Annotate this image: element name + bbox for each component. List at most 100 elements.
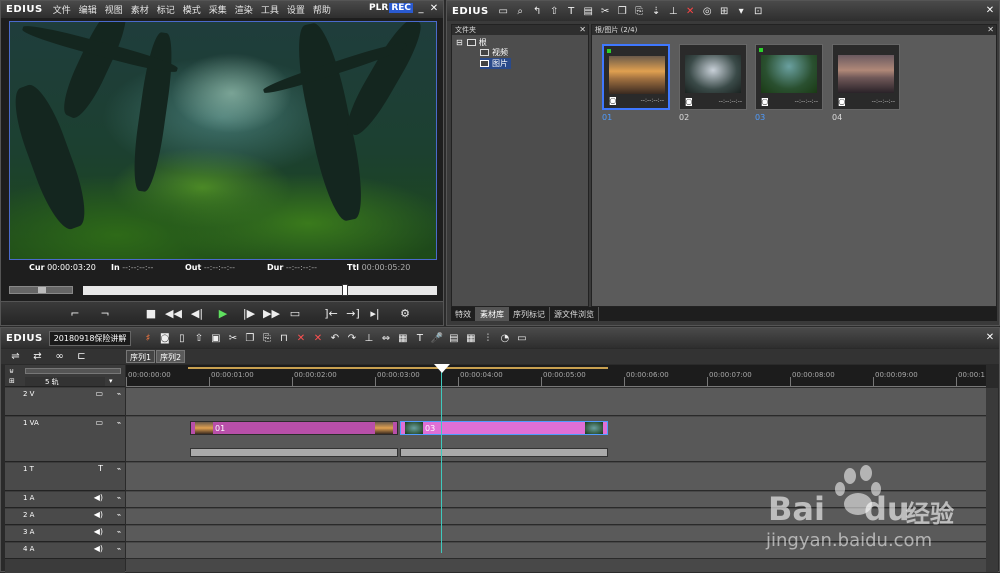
shuttle-handle[interactable] (38, 287, 46, 293)
track-header-1-a[interactable]: 1 A ◀) ⌁ (5, 492, 125, 508)
close-icon[interactable]: ✕ (428, 3, 440, 14)
title-icon[interactable]: T (411, 333, 428, 344)
sync-lock-icon[interactable]: ⌁ (117, 390, 121, 398)
playhead-handle[interactable] (434, 364, 450, 373)
sync-lock-icon[interactable]: ⌁ (117, 465, 121, 473)
zoom-slider[interactable] (25, 368, 121, 374)
speaker-icon[interactable]: ◀) (94, 510, 103, 519)
menu-mode[interactable]: 模式 (179, 3, 205, 16)
clip-thumbnail-04[interactable]: ◙ --:--:--:-- (832, 44, 900, 110)
menu-tools[interactable]: 工具 (257, 3, 283, 16)
menu-clip[interactable]: 素材 (127, 3, 153, 16)
mixer-grid-icon[interactable]: ▦ (462, 333, 479, 344)
redo-icon[interactable]: ↷ (343, 333, 360, 344)
open-project-icon[interactable]: ⇧ (190, 333, 207, 344)
tab-effects[interactable]: 特效 (451, 307, 476, 321)
audio-mixer-icon[interactable]: ⫶ (479, 333, 496, 344)
copy-icon[interactable]: ❐ (614, 6, 631, 17)
track-header-1-t[interactable]: 1 T T ⌁ (5, 463, 125, 491)
title-track-icon[interactable]: T (98, 464, 103, 473)
tab-sequence-2[interactable]: 序列2 (156, 350, 186, 363)
ripple-delete-icon[interactable]: ✕ (309, 333, 326, 344)
timeline-audio-clip[interactable] (190, 448, 398, 457)
timeline-close-icon[interactable]: ✕ (984, 332, 996, 343)
dropdown-icon[interactable]: ▾ (733, 6, 750, 17)
tab-library[interactable]: 素材库 (476, 307, 509, 321)
save-icon[interactable]: ▣ (207, 333, 224, 344)
clip-view-close-icon[interactable]: ✕ (987, 25, 994, 35)
delete-icon[interactable]: ✕ (682, 6, 699, 17)
speaker-icon[interactable]: ◀) (94, 527, 103, 536)
clip-thumbnail-02[interactable]: ◙ --:--:--:-- (679, 44, 747, 110)
voiceover-icon[interactable]: 🎤 (428, 333, 445, 344)
menu-help[interactable]: 帮助 (309, 3, 335, 16)
tab-sequence-1[interactable]: 序列1 (126, 350, 156, 363)
bin-close-icon[interactable]: ✕ (984, 5, 996, 16)
render-icon[interactable]: ▦ (394, 333, 411, 344)
tree-item-video[interactable]: 视频 (480, 47, 508, 58)
rewind-icon[interactable]: ◀◀ (165, 307, 182, 320)
timeline-clip-01[interactable]: 01 (190, 421, 398, 435)
sync-lock-icon[interactable]: ⌁ (117, 494, 121, 502)
properties-icon[interactable]: ◎ (699, 6, 716, 17)
overwrite-icon[interactable]: →] (345, 307, 361, 320)
add-to-timeline-icon[interactable]: ⇣ (648, 6, 665, 17)
clip-thumbnail-03[interactable]: ◙ --:--:--:-- (755, 44, 823, 110)
paste-icon[interactable]: ⎘ (258, 333, 275, 344)
chevron-down-icon[interactable]: ▾ (109, 377, 113, 385)
cut-icon[interactable]: ✂ (597, 6, 614, 17)
timeline-ruler[interactable]: 00:00:00:00 00:00:01:00 00:00:02:00 00:00:0… (126, 365, 986, 387)
up-icon[interactable]: ↰ (529, 6, 546, 17)
replace-icon[interactable]: ▸| (367, 307, 383, 320)
add-marker-icon[interactable]: ⊥ (360, 333, 377, 344)
open-icon[interactable]: ⇧ (546, 6, 563, 17)
video-track-icon[interactable]: ▭ (95, 418, 103, 427)
menu-render[interactable]: 渲染 (231, 3, 257, 16)
track-row[interactable] (126, 388, 986, 416)
speaker-icon[interactable]: ◀) (94, 544, 103, 553)
text-icon[interactable]: T (563, 6, 580, 17)
sync-lock-icon[interactable]: ⌁ (117, 545, 121, 553)
ripple-icon[interactable]: ⇄ (29, 351, 46, 362)
track-header-1-va[interactable]: 1 VA ▭ ⌁ (5, 417, 125, 462)
delete-icon[interactable]: ✕ (292, 333, 309, 344)
menu-settings[interactable]: 设置 (283, 3, 309, 16)
insert-icon[interactable]: ]← (323, 307, 339, 320)
track-mode-icon[interactable]: ⇌ (7, 351, 24, 362)
position-bar[interactable] (83, 286, 437, 295)
view-icon[interactable]: ⊞ (716, 6, 733, 17)
sync-icon[interactable]: ∞ (51, 351, 68, 362)
cut-icon[interactable]: ✂ (224, 333, 241, 344)
speaker-icon[interactable]: ◀) (94, 493, 103, 502)
tab-sequence-markers[interactable]: 序列标记 (509, 307, 550, 321)
timeline-audio-clip[interactable] (400, 448, 608, 457)
options-icon[interactable]: ⚙ (397, 307, 413, 320)
menu-marker[interactable]: 标记 (153, 3, 179, 16)
set-in-icon[interactable]: ⌐ (67, 307, 83, 320)
shuttle-slider[interactable] (9, 286, 73, 294)
menu-capture[interactable]: 采集 (205, 3, 231, 16)
sync-lock-icon[interactable]: ⌁ (117, 511, 121, 519)
tree-close-icon[interactable]: ✕ (579, 25, 586, 35)
sync-lock-icon[interactable]: ⌁ (117, 419, 121, 427)
tab-source-browser[interactable]: 源文件浏览 (550, 307, 599, 321)
track-header-2-a[interactable]: 2 A ◀) ⌁ (5, 509, 125, 525)
folder-icon[interactable]: ▭ (495, 6, 512, 17)
plr-rec-toggle[interactable]: PLR REC (369, 3, 413, 13)
set-out-icon[interactable]: ¬ (97, 307, 113, 320)
lock-icon[interactable]: ⊌ (9, 367, 14, 375)
minimize-icon[interactable]: _ (415, 3, 427, 14)
track-header-4-a[interactable]: 4 A ◀) ⌁ (5, 543, 125, 559)
insert-icon[interactable]: ⊥ (665, 6, 682, 17)
menu-file[interactable]: 文件 (49, 3, 75, 16)
clip-thumbnail-01[interactable]: ◙ --:--:--:-- (602, 44, 670, 110)
timeline-clip-03[interactable]: 03 (400, 421, 608, 435)
link-icon[interactable]: ⊓ (275, 333, 292, 344)
rec-label[interactable]: REC (389, 3, 413, 13)
track-count-select[interactable]: 5 轨 (25, 377, 105, 386)
track-header-3-a[interactable]: 3 A ◀) ⌁ (5, 526, 125, 542)
track-header-2-v[interactable]: 2 V ▭ ⌁ (5, 388, 125, 416)
snapshot-icon[interactable]: ◙ (156, 333, 173, 344)
position-handle[interactable] (341, 284, 348, 296)
group-icon[interactable]: ⊏ (73, 351, 90, 362)
